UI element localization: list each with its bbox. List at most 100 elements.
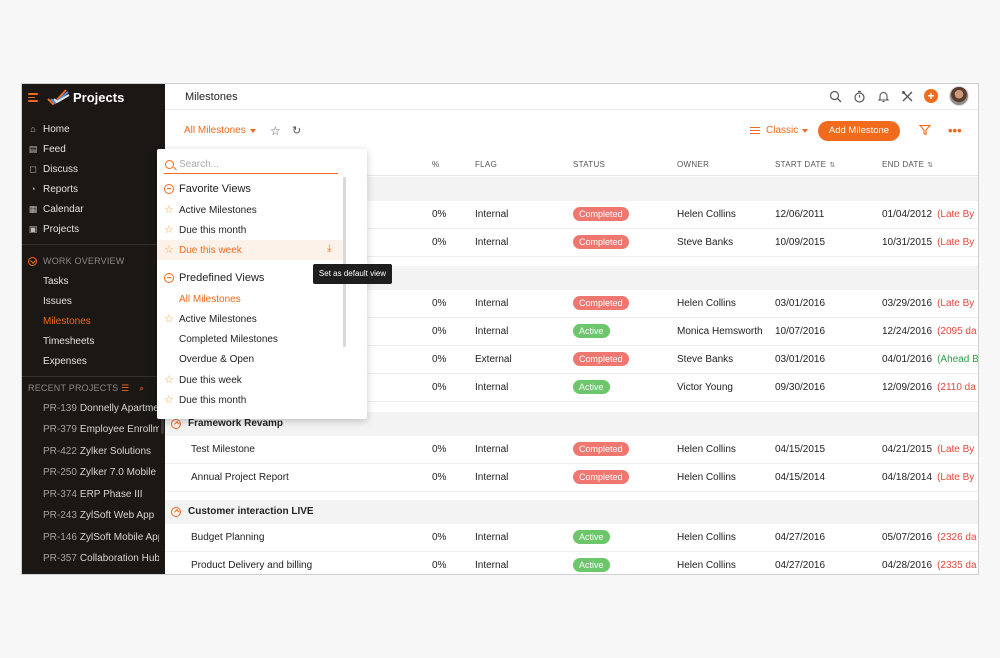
status-badge[interactable]: Active (573, 558, 610, 572)
sidebar-item-milestones[interactable]: Milestones (43, 316, 91, 327)
milestone-name[interactable]: Product Delivery and billing (191, 560, 312, 571)
view-item-label: Due this month (179, 224, 247, 236)
recent-project-item[interactable]: PR-374 ERP Phase III (43, 489, 159, 500)
percent-cell: 0% (432, 237, 447, 248)
tools-icon[interactable] (901, 90, 914, 103)
sidebar-item-reports[interactable]: ◔ Reports (28, 181, 78, 197)
star-icon[interactable]: ☆ (164, 243, 174, 256)
star-icon[interactable]: ☆ (270, 124, 281, 138)
recent-project-item[interactable]: PR-139Donnelly Apartments (43, 403, 159, 414)
status-badge[interactable]: Active (573, 380, 610, 394)
recent-project-item[interactable]: PR-250 Zylker 7.0 Mobile (43, 467, 159, 478)
avatar[interactable] (949, 86, 969, 106)
sidebar-item-label: Feed (43, 143, 66, 155)
layout-selector[interactable]: Classic (750, 125, 809, 136)
sidebar-item-tasks[interactable]: Tasks (43, 276, 69, 287)
group-row[interactable]: Customer interaction LIVE (165, 500, 978, 524)
menu-icon[interactable] (28, 93, 38, 102)
recent-project-item[interactable]: PR-357 Collaboration Hub (43, 553, 159, 564)
percent-cell: 0% (432, 209, 447, 220)
refresh-icon[interactable]: ↻ (292, 124, 301, 137)
project-name: Zylker Solutions (79, 446, 152, 457)
recent-project-item[interactable]: PR-379Employee Enrollment (43, 424, 159, 435)
column-end-date[interactable]: END DATE ⇅ (882, 160, 933, 169)
bell-icon[interactable] (877, 90, 890, 103)
status-badge[interactable]: Completed (573, 442, 629, 456)
star-icon[interactable]: ☆ (164, 223, 174, 236)
milestone-name[interactable]: Annual Project Report (191, 472, 289, 483)
search-icon[interactable]: ⌕ (139, 383, 144, 394)
percent-cell: 0% (432, 444, 447, 455)
view-item-all-milestones[interactable]: All Milestones (157, 289, 343, 309)
view-item-due-this-week[interactable]: ☆ Due this week (157, 370, 343, 390)
table-row[interactable]: Test Milestone 0% Internal Completed Helen C… (165, 436, 978, 464)
end-date-cell: 10/31/2015 (Late By (882, 237, 974, 248)
view-item-due-this-month[interactable]: ☆ Due this month (157, 390, 343, 410)
view-item-due-this-month[interactable]: ☆ Due this month (157, 220, 343, 240)
view-selector[interactable]: All Milestones (184, 125, 256, 136)
star-icon[interactable]: ☆ (164, 373, 174, 386)
owner-cell: Helen Collins (677, 532, 736, 543)
project-name: Employee Enrollment (79, 424, 159, 435)
table-row[interactable]: Product Delivery and billing 0% Internal Ac… (165, 552, 978, 574)
percent-cell: 0% (432, 382, 447, 393)
view-item-label: Active Milestones (179, 204, 257, 216)
view-item-due-this-week[interactable]: ☆ Due this week ⤓ (157, 240, 343, 260)
work-overview-header[interactable]: WORK OVERVIEW (28, 256, 124, 266)
favorite-views-header[interactable]: Favorite Views (164, 183, 251, 195)
view-item-completed-milestones[interactable]: Completed Milestones (157, 329, 343, 349)
view-item-active-milestones[interactable]: ☆ Active Milestones (157, 309, 343, 329)
status-badge[interactable]: Active (573, 530, 610, 544)
set-default-icon[interactable]: ⤓ (327, 243, 331, 254)
sidebar-item-discuss[interactable]: ◻ Discuss (28, 161, 78, 177)
project-code: PR-357 (43, 553, 77, 564)
column-owner: OWNER (677, 160, 710, 169)
view-item-overdue-open[interactable]: Overdue & Open (157, 349, 343, 369)
percent-cell: 0% (432, 326, 447, 337)
project-name: Zylker 7.0 Mobile (79, 467, 157, 478)
milestone-name[interactable]: Test Milestone (191, 444, 255, 455)
collapse-icon[interactable] (171, 507, 181, 517)
column-start-date[interactable]: START DATE ⇅ (775, 160, 835, 169)
recent-project-item[interactable]: PR-146 ZylSoft Mobile App (43, 532, 159, 543)
add-milestone-button[interactable]: Add Milestone (818, 121, 900, 141)
predefined-views-header[interactable]: Predefined Views (164, 272, 264, 284)
status-badge[interactable]: Completed (573, 235, 629, 249)
recent-project-item[interactable]: PR-243 ZylSoft Web App (43, 510, 159, 521)
dropdown-scrollbar[interactable] (343, 177, 346, 347)
view-search-input[interactable] (179, 159, 329, 170)
project-code: PR-146 (43, 532, 77, 543)
end-date-value: 10/31/2015 (882, 237, 933, 248)
table-row[interactable]: Annual Project Report 0% Internal Completed… (165, 464, 978, 492)
schedule-note: (2326 da (937, 532, 977, 543)
search-icon[interactable] (829, 90, 842, 103)
end-date-cell: 04/28/2016 (2335 da (882, 560, 977, 571)
status-badge[interactable]: Completed (573, 470, 629, 484)
quick-add-icon[interactable]: + (924, 89, 938, 103)
filter-lines-icon[interactable]: ☰ (121, 383, 129, 394)
status-badge[interactable]: Active (573, 324, 610, 338)
table-row[interactable]: Budget Planning 0% Internal Active Helen Col… (165, 524, 978, 552)
status-badge[interactable]: Completed (573, 207, 629, 221)
view-item-label: Due this week (179, 374, 242, 386)
sidebar-item-issues[interactable]: Issues (43, 296, 72, 307)
status-badge[interactable]: Completed (573, 352, 629, 366)
milestone-name[interactable]: Budget Planning (191, 532, 264, 543)
star-icon[interactable]: ☆ (164, 312, 174, 325)
collapse-icon[interactable] (171, 419, 181, 429)
timer-icon[interactable] (853, 90, 866, 103)
sidebar-item-expenses[interactable]: Expenses (43, 356, 87, 367)
sidebar-item-home[interactable]: ⌂ Home (28, 121, 69, 137)
view-item-active-milestones[interactable]: ☆ Active Milestones (157, 200, 343, 220)
more-icon[interactable]: ••• (948, 123, 962, 138)
filter-icon[interactable] (919, 124, 931, 136)
sidebar-item-calendar[interactable]: ▦ Calendar (28, 201, 84, 217)
view-item-label: Completed Milestones (179, 333, 278, 345)
sidebar-item-projects[interactable]: ▣ Projects (28, 221, 79, 237)
star-icon[interactable]: ☆ (164, 203, 174, 216)
sidebar-item-timesheets[interactable]: Timesheets (43, 336, 94, 347)
sidebar-item-feed[interactable]: ▤ Feed (28, 141, 66, 157)
recent-project-item[interactable]: PR-422 Zylker Solutions (43, 446, 159, 457)
star-icon[interactable]: ☆ (164, 393, 174, 406)
status-badge[interactable]: Completed (573, 296, 629, 310)
